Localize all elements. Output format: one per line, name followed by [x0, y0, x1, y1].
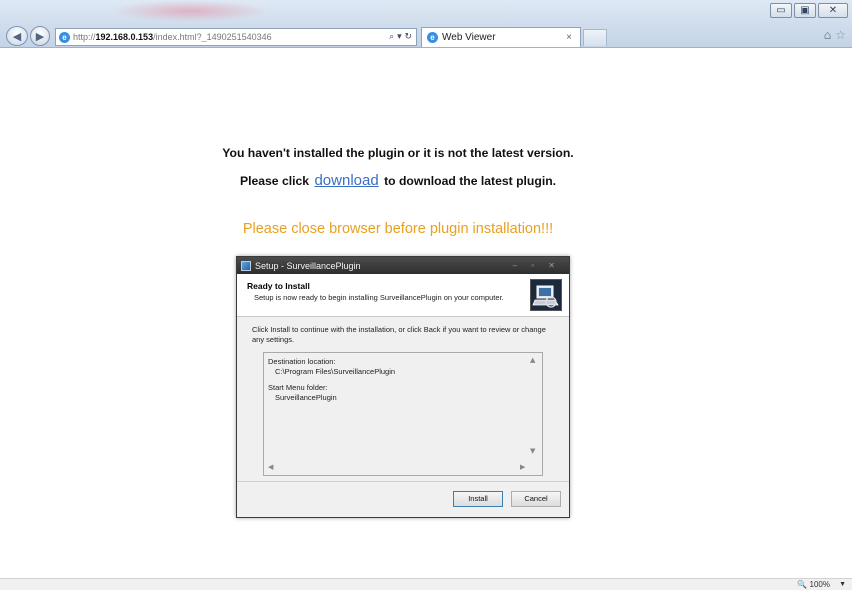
download-instruction: Please click download to download the la… [0, 172, 796, 189]
install-summary-box[interactable]: Destination location: C:\Program Files\S… [263, 352, 543, 476]
maximize-button[interactable]: ▣ [794, 3, 816, 18]
dialog-separator [237, 481, 569, 482]
cancel-button[interactable]: Cancel [511, 491, 561, 507]
close-browser-warning: Please close browser before plugin insta… [242, 221, 554, 237]
start-menu-value: SurveillancePlugin [275, 393, 337, 402]
dialog-subheading: Setup is now ready to begin installing S… [254, 293, 504, 302]
dialog-heading: Ready to Install [247, 281, 310, 291]
home-icon[interactable]: ⌂ [824, 28, 832, 42]
zoom-dropdown-icon[interactable]: ▼ [839, 579, 846, 590]
window-controls: ▭ ▣ ✕ [770, 3, 848, 18]
new-tab-button[interactable] [583, 29, 607, 46]
close-tab-icon[interactable]: × [566, 32, 572, 43]
setup-computer-icon [530, 279, 562, 311]
setup-app-icon [241, 260, 251, 271]
dialog-header: Ready to Install Setup is now ready to b… [237, 274, 569, 317]
back-arrow-icon: ◀ [12, 29, 22, 43]
dialog-titlebar[interactable]: Setup - SurveillancePlugin – ▫ ✕ [237, 257, 569, 274]
favorites-icon[interactable]: ☆ [835, 28, 846, 42]
forward-arrow-icon: ▶ [35, 29, 45, 43]
ie-tab-icon: e [427, 32, 438, 43]
back-button[interactable]: ◀ [6, 26, 28, 46]
close-window-button[interactable]: ✕ [818, 3, 848, 18]
address-bar[interactable]: e http://192.168.0.153/index.html?_14902… [55, 28, 417, 46]
destination-label: Destination location: [268, 357, 336, 366]
dialog-window-controls[interactable]: – ▫ ✕ [513, 261, 561, 270]
forward-button[interactable]: ▶ [30, 26, 50, 46]
tab-web-viewer[interactable]: e Web Viewer × [421, 27, 581, 47]
start-menu-label: Start Menu folder: [268, 383, 328, 392]
setup-dialog: Setup - SurveillancePlugin – ▫ ✕ Ready t… [236, 256, 570, 518]
search-refresh-icons[interactable]: ⌕ ▾ ↻ [389, 32, 412, 42]
toolbar-right-icons: ⌂ ☆ [824, 28, 846, 42]
url-host: 192.168.0.153 [95, 32, 154, 42]
dialog-instructions: Click Install to continue with the insta… [252, 325, 546, 344]
scroll-left-icon[interactable]: ◀ [268, 463, 273, 471]
plugin-missing-message: You haven't installed the plugin or it i… [222, 146, 574, 160]
minimize-button[interactable]: ▭ [770, 3, 792, 18]
ie-page-icon: e [59, 31, 70, 43]
download-suffix-text: to download the latest plugin. [384, 174, 557, 188]
download-link[interactable]: download [314, 172, 378, 189]
url-path: /index.html?_1490251540346 [153, 32, 272, 42]
dialog-title: Setup - SurveillancePlugin [255, 260, 361, 271]
scroll-down-icon[interactable]: ▼ [530, 447, 535, 455]
titlebar-highlight [110, 0, 270, 22]
horizontal-scrollbar[interactable]: ◀ ▶ [264, 461, 528, 475]
destination-value: C:\Program Files\SurveillancePlugin [275, 367, 396, 376]
vertical-scrollbar[interactable]: ▲ ▼ [528, 353, 542, 461]
status-bar: 🔍 100% ▼ [0, 578, 852, 590]
zoom-level[interactable]: 🔍 100% [797, 579, 830, 590]
tab-title: Web Viewer [442, 32, 496, 43]
download-prefix-text: Please click [239, 174, 310, 188]
browser-titlebar: ▭ ▣ ✕ ◀ ▶ e http://192.168.0.153/index.h… [0, 0, 852, 48]
url-protocol: http:// [73, 32, 96, 42]
scroll-up-icon[interactable]: ▲ [530, 356, 535, 364]
address-url[interactable]: http://192.168.0.153/index.html?_1490251… [73, 32, 389, 42]
install-button[interactable]: Install [453, 491, 503, 507]
scroll-right-icon[interactable]: ▶ [520, 463, 525, 471]
